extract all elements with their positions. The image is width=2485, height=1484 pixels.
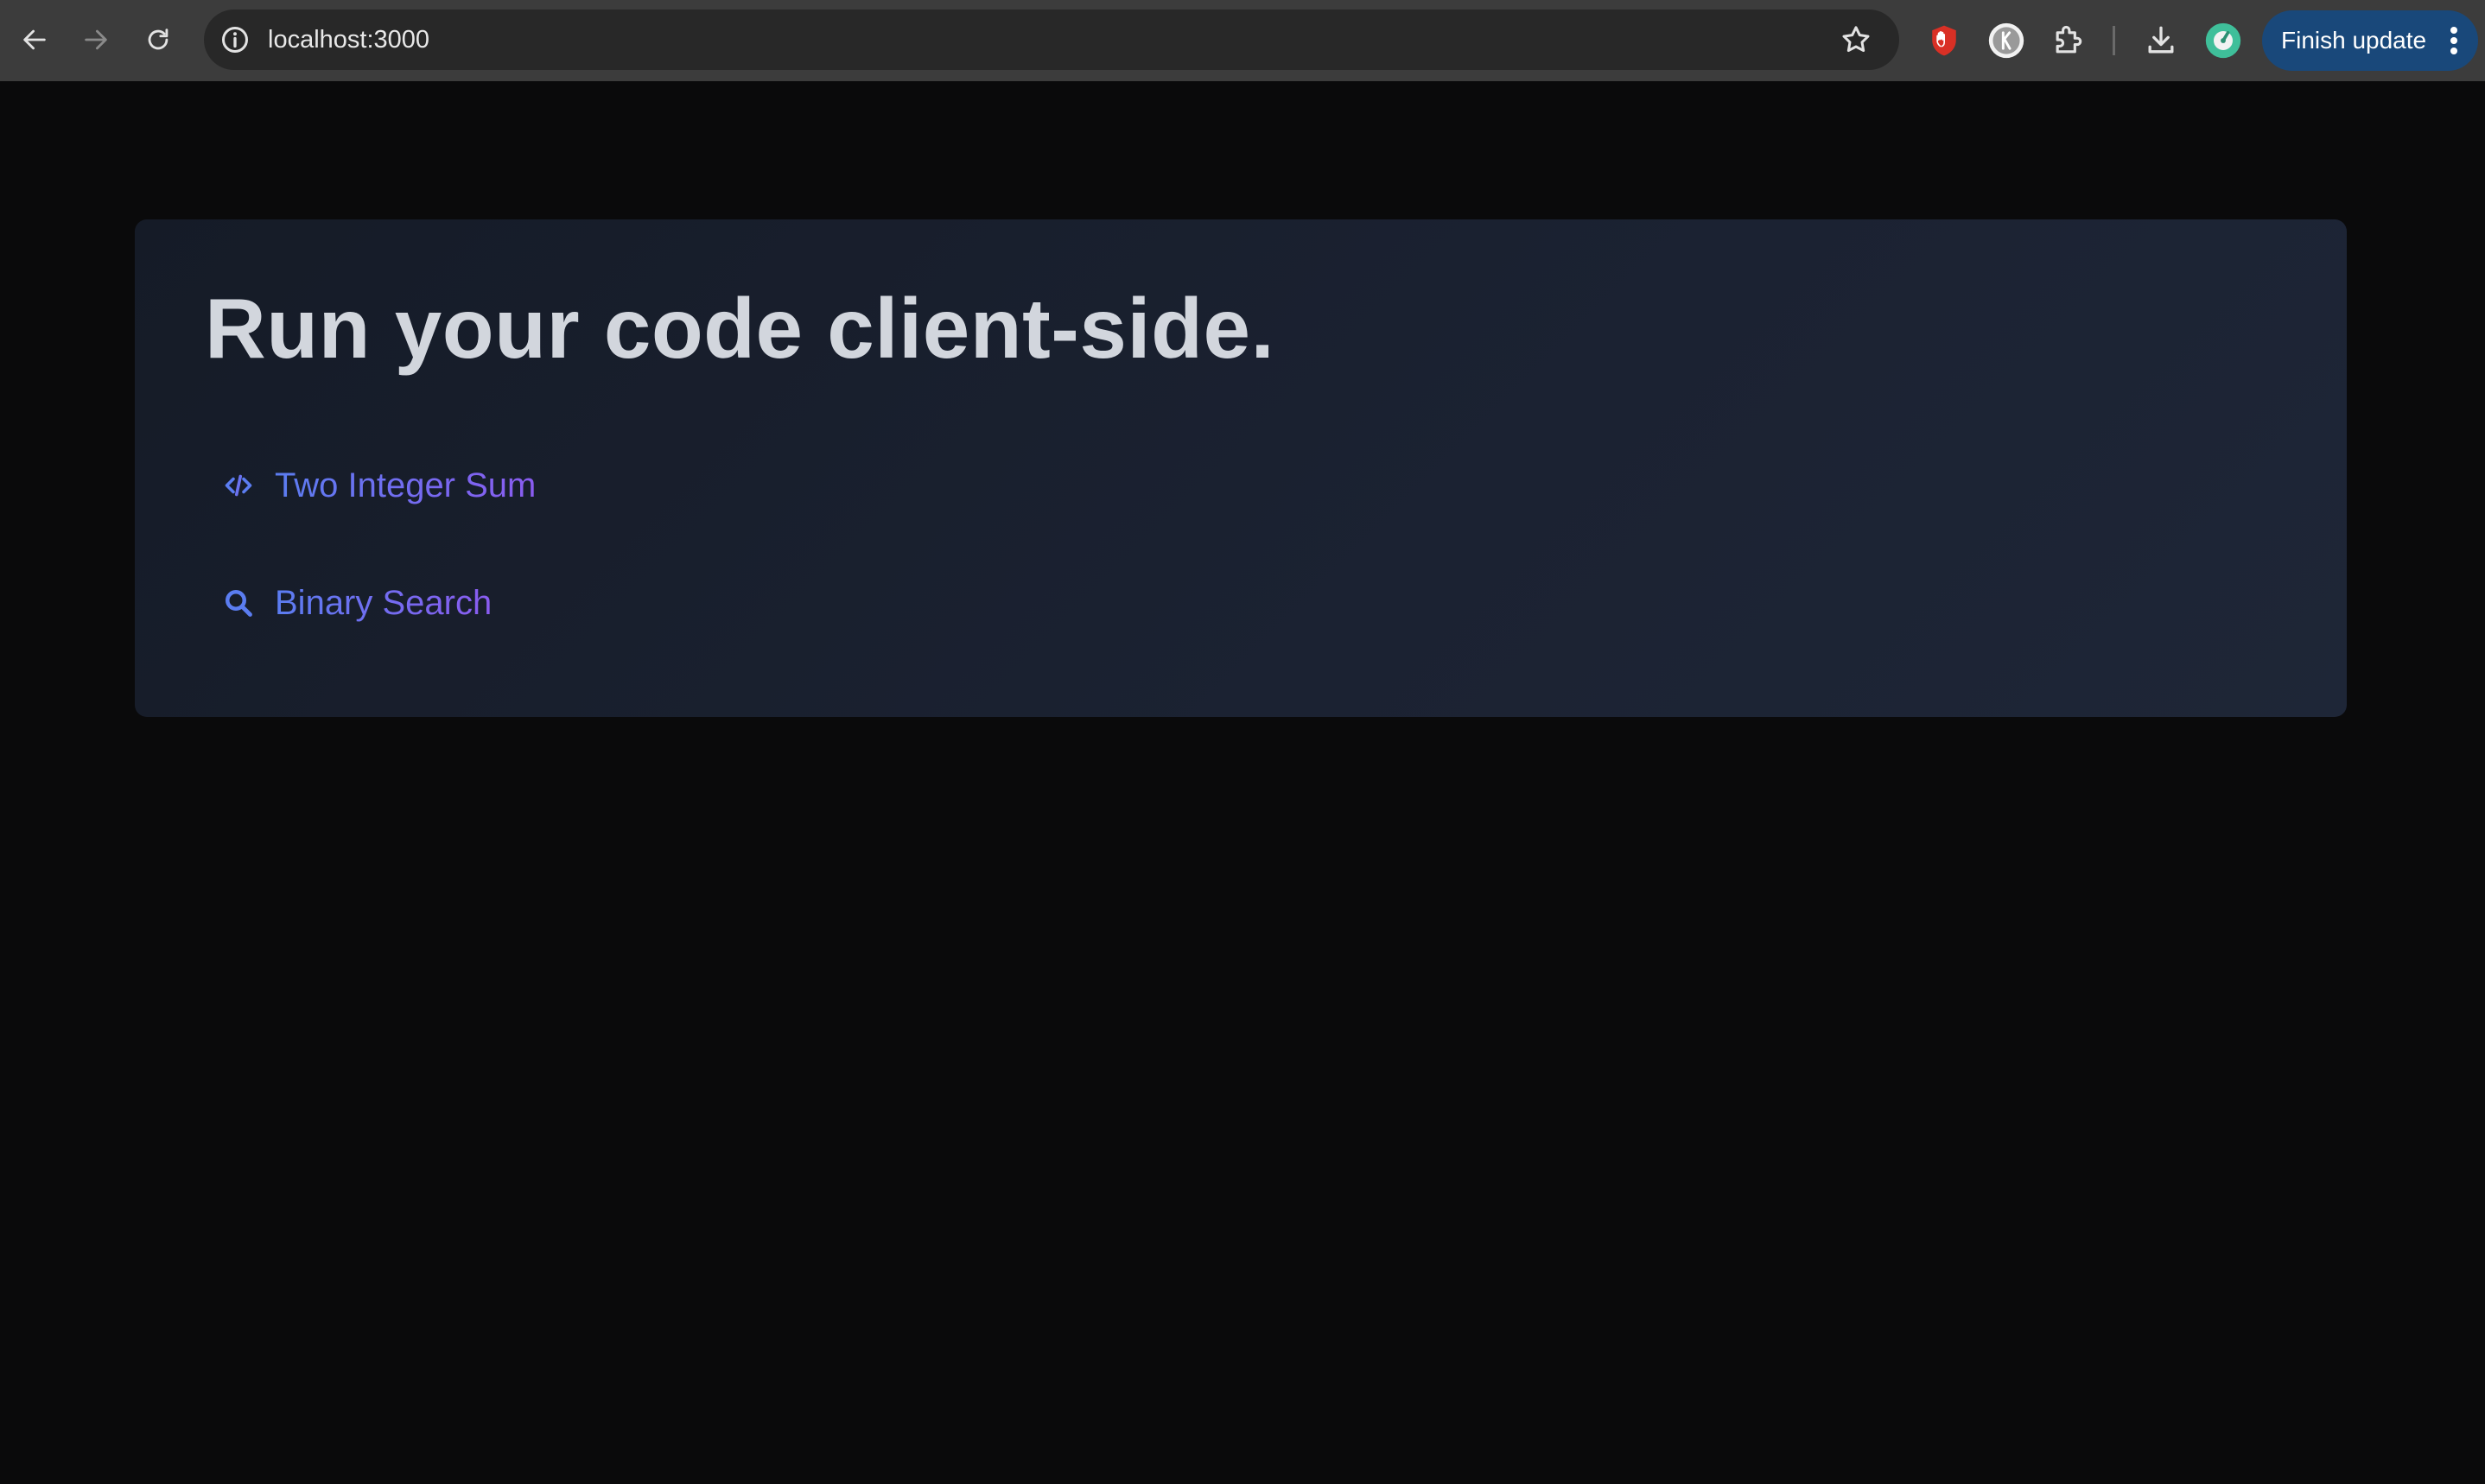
extension-hand-stop[interactable] xyxy=(1923,19,1966,62)
profile-circle-icon xyxy=(1988,22,2024,59)
toolbar-divider xyxy=(2113,26,2115,55)
finish-update-button[interactable]: Finish update xyxy=(2262,10,2478,71)
kebab-menu-icon[interactable] xyxy=(2449,25,2459,56)
downloads-button[interactable] xyxy=(2139,19,2183,62)
extension-green[interactable] xyxy=(2202,19,2245,62)
address-bar[interactable]: localhost:3000 xyxy=(204,10,1899,70)
link-label[interactable]: Binary Search xyxy=(275,584,492,623)
back-button[interactable] xyxy=(9,14,60,66)
link-label[interactable]: Two Integer Sum xyxy=(275,466,536,505)
code-icon xyxy=(221,468,256,503)
download-icon xyxy=(2148,26,2174,54)
extensions-button[interactable] xyxy=(2047,19,2090,62)
page-title: Run your code client-side. xyxy=(205,281,1275,376)
info-icon[interactable] xyxy=(219,24,251,55)
search-icon xyxy=(221,586,256,620)
browser-toolbar: localhost:3000 Finish update xyxy=(0,0,2485,81)
link-binary-search[interactable]: Binary Search xyxy=(221,577,492,629)
reload-button[interactable] xyxy=(132,14,184,66)
green-circle-icon xyxy=(2205,22,2241,59)
forward-button[interactable] xyxy=(70,14,122,66)
extension-profile[interactable] xyxy=(1985,19,2028,62)
star-icon[interactable] xyxy=(1839,22,1873,57)
puzzle-icon xyxy=(2056,25,2082,54)
back-arrow-icon xyxy=(23,29,46,50)
finish-update-label: Finish update xyxy=(2281,27,2427,54)
reload-icon xyxy=(148,29,168,50)
hand-stop-icon xyxy=(1932,25,1956,56)
link-two-integer-sum[interactable]: Two Integer Sum xyxy=(221,460,536,511)
main-card: Run your code client-side. Two Integer S… xyxy=(135,219,2347,717)
forward-arrow-icon xyxy=(85,29,107,50)
url-text[interactable]: localhost:3000 xyxy=(268,10,429,70)
